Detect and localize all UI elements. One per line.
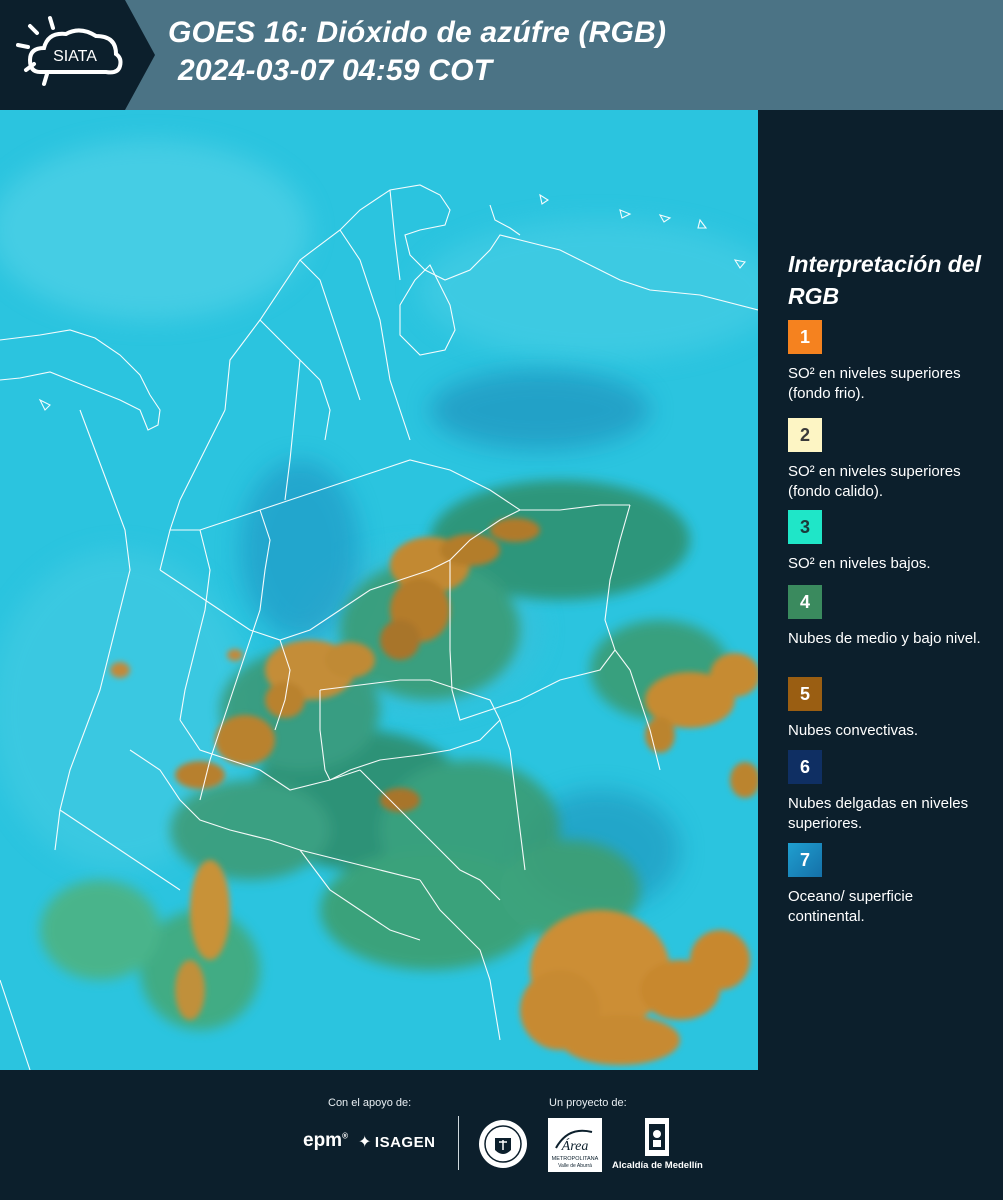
legend-item-1: 1 SO² en niveles superiores (fondo frio)…	[788, 320, 993, 404]
legend-label-5: Nubes convectivas.	[788, 722, 919, 739]
legend-swatch-3: 3	[788, 510, 822, 544]
isagen-logo: ✦ ISAGEN	[358, 1132, 435, 1152]
legend-label-6: Nubes delgadas en niveles superiores.	[788, 795, 969, 832]
legend-label-1: SO² en niveles superiores (fondo frio).	[788, 365, 961, 402]
alcaldia-text: Alcaldía de Medellín	[612, 1160, 703, 1171]
isagen-logo-text: ISAGEN	[374, 1134, 436, 1151]
legend-swatch-1: 1	[788, 320, 822, 354]
legend-swatch-2: 2	[788, 418, 822, 452]
legend-item-6: 6 Nubes delgadas en niveles superiores.	[788, 750, 993, 834]
legend-swatch-6: 6	[788, 750, 822, 784]
area-logo-name: Área	[561, 1137, 589, 1154]
siata-logo: SIATA	[0, 0, 155, 110]
legend-item-2: 2 SO² en niveles superiores (fondo calid…	[788, 418, 993, 502]
legend-item-7: 7 Oceano/ superficie continental.	[788, 843, 993, 927]
legend-item-5: 5 Nubes convectivas.	[788, 677, 993, 741]
area-metropolitana-logo: Área METROPOLITANA Valle de Aburrá	[548, 1118, 602, 1172]
footer: Con el apoyo de: Un proyecto de: epm® ✦ I…	[0, 1070, 1003, 1200]
epm-logo: epm®	[303, 1130, 348, 1151]
satellite-map	[0, 110, 758, 1070]
legend-label-2: SO² en niveles superiores (fondo calido)…	[788, 463, 961, 500]
page-timestamp: 2024-03-07 04:59 COT	[178, 54, 493, 87]
support-label: Con el apoyo de:	[328, 1097, 412, 1109]
legend-swatch-4: 4	[788, 585, 822, 619]
legend-label-7: Oceano/ superficie continental.	[788, 888, 914, 925]
siata-logo-text: SIATA	[53, 48, 97, 65]
legend-swatch-7: 7	[788, 843, 822, 877]
legend-item-3: 3 SO² en niveles bajos.	[788, 510, 993, 574]
medellin-seal-icon	[479, 1120, 527, 1168]
project-label: Un proyecto de:	[549, 1097, 627, 1109]
header-bar: SIATA GOES 16: Dióxido de azúfre (RGB) 2…	[0, 0, 1003, 110]
legend-swatch-5: 5	[788, 677, 822, 711]
legend-title: Interpretación del RGB	[788, 251, 981, 309]
legend-label-3: SO² en niveles bajos.	[788, 555, 931, 572]
legend-panel: Interpretación del RGB 1 SO² en niveles …	[760, 110, 1003, 1070]
area-logo-sub: METROPOLITANA	[552, 1156, 599, 1162]
area-logo-sub2: Valle de Aburrá	[558, 1163, 592, 1169]
footer-divider	[458, 1116, 459, 1170]
legend-item-4: 4 Nubes de medio y bajo nivel.	[788, 585, 993, 649]
alcaldia-medellin-logo: Alcaldía de Medellín	[612, 1116, 703, 1176]
legend-label-4: Nubes de medio y bajo nivel.	[788, 630, 981, 647]
epm-logo-text: epm	[303, 1130, 343, 1151]
isagen-mark-icon: ✦	[358, 1134, 372, 1151]
page-title: GOES 16: Dióxido de azúfre (RGB)	[168, 16, 667, 49]
